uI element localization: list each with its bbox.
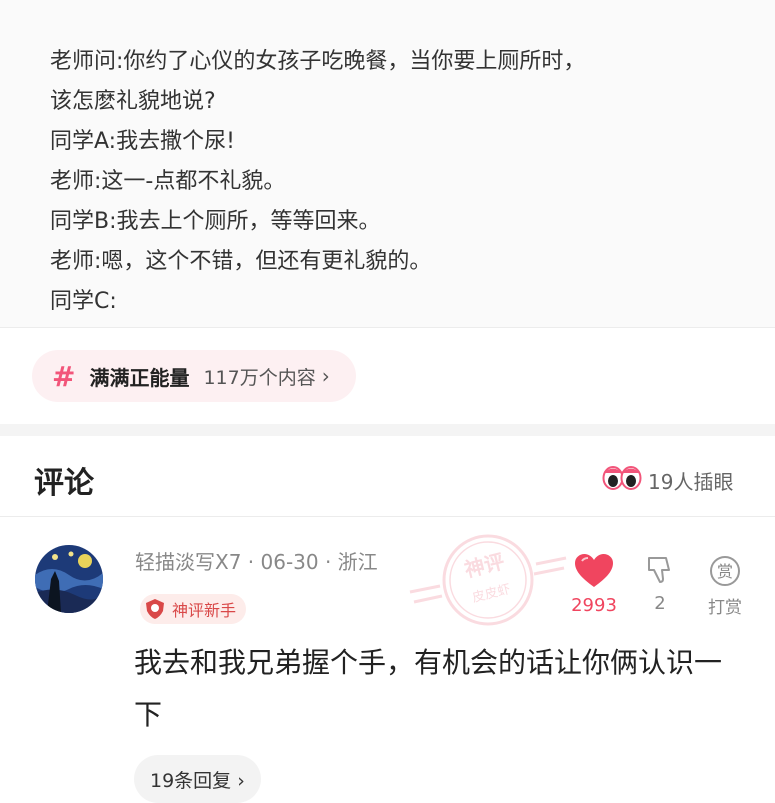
post-line: 该怎麽礼貌地说?: [50, 89, 216, 114]
reward-button[interactable]: 赏 打赏: [700, 555, 750, 618]
reward-glyph: 赏: [717, 562, 733, 581]
post-line: 老师问:你约了心仪的女孩子吃晚餐，当你要上厕所时，: [50, 49, 586, 74]
post-line: 老师:这一-点都不礼貌。: [50, 169, 286, 194]
hashtag-icon: #: [52, 359, 76, 393]
view-replies-button[interactable]: 19条回复 ›: [134, 755, 261, 803]
comments-title: 评论: [34, 466, 94, 501]
avatar[interactable]: [35, 545, 103, 613]
chevron-right-icon: ›: [321, 364, 330, 388]
watch-count[interactable]: 19人插眼: [648, 466, 733, 495]
svg-text:皮皮虾: 皮皮虾: [471, 582, 512, 606]
svg-text:神评: 神评: [462, 549, 507, 582]
divider: [0, 516, 775, 517]
topic-count: 117万个内容: [203, 366, 316, 389]
eyes-icon: [602, 466, 642, 490]
commenter-badge: 神评新手: [140, 594, 247, 624]
post-line: 老师:嗯，这个不错，但还有更礼貌的。: [50, 249, 432, 274]
thumbs-down-icon: [648, 557, 670, 583]
shield-badge-icon: [146, 599, 164, 619]
post-body: 老师问:你约了心仪的女孩子吃晚餐，当你要上厕所时， 该怎麽礼貌地说? 同学A:我…: [50, 42, 585, 322]
reward-icon: 赏: [710, 556, 740, 586]
dislike-count: 2: [654, 593, 666, 614]
post-line: 同学B:我去上个厕所，等等回来。: [50, 209, 381, 234]
post-line: 同学A:我去撒个尿!: [50, 129, 235, 154]
dislike-button[interactable]: 2: [640, 555, 680, 614]
stamp-watermark: 神评 皮皮虾: [409, 534, 567, 626]
topic-name: 满满正能量: [89, 365, 190, 390]
comment-author-meta[interactable]: 轻描淡写X7 · 06-30 · 浙江: [135, 546, 378, 575]
post-line: 同学C:: [50, 289, 117, 314]
like-button[interactable]: 2993: [566, 553, 622, 616]
post-card: 老师问:你约了心仪的女孩子吃晚餐，当你要上厕所时， 该怎麽礼貌地说? 同学A:我…: [0, 0, 775, 328]
comment-text: 我去和我兄弟握个手，有机会的话让你俩认识一下: [134, 646, 723, 731]
heart-icon: [575, 554, 613, 587]
section-divider: [0, 424, 775, 436]
topic-chip[interactable]: # 满满正能量 117万个内容 ›: [32, 350, 356, 402]
like-count: 2993: [571, 595, 617, 616]
reward-label: 打赏: [708, 598, 742, 618]
badge-label: 神评新手: [172, 601, 237, 620]
